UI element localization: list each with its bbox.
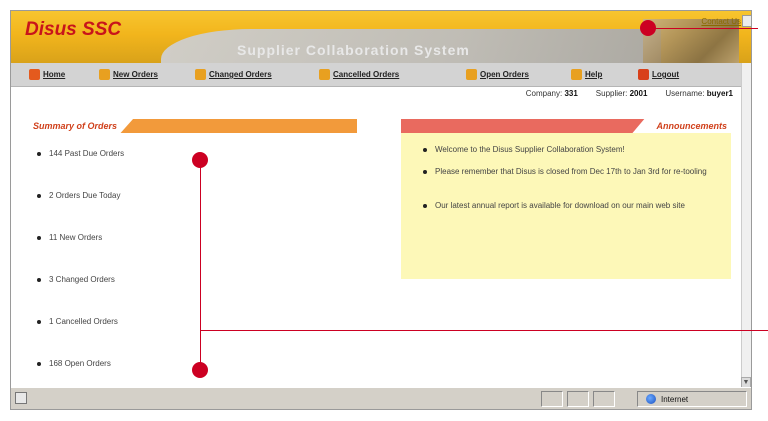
list-item[interactable]: 3 Changed Orders xyxy=(37,275,115,284)
nav-cancelled-orders[interactable]: Cancelled Orders xyxy=(319,69,399,80)
vertical-scrollbar[interactable]: ▼ xyxy=(741,63,751,389)
nav-logout-label: Logout xyxy=(652,70,680,79)
list-item[interactable]: 2 Orders Due Today xyxy=(37,191,120,200)
header-banner: Disus SSC Supplier Collaboration System … xyxy=(11,11,751,69)
summary-header: Summary of Orders xyxy=(29,119,357,133)
announcement-item: Our latest annual report is available fo… xyxy=(423,201,723,211)
supplier-info: Supplier: 2001 xyxy=(595,89,648,98)
bullet-icon xyxy=(37,319,41,324)
browser-window: Disus SSC Supplier Collaboration System … xyxy=(10,10,752,410)
status-cell xyxy=(593,391,615,407)
status-cell xyxy=(567,391,589,407)
logout-icon xyxy=(638,69,649,80)
nav-new-orders-label: New Orders xyxy=(113,70,158,79)
list-item[interactable]: 1 Cancelled Orders xyxy=(37,317,118,326)
order-summary-label: 1 Cancelled Orders xyxy=(49,317,118,326)
cancelled-orders-icon xyxy=(319,69,330,80)
bullet-icon xyxy=(423,170,427,174)
callout-line xyxy=(648,28,758,29)
open-orders-icon xyxy=(466,69,477,80)
bullet-icon xyxy=(37,361,41,366)
list-item[interactable]: 11 New Orders xyxy=(37,233,102,242)
zone-label: Internet xyxy=(661,394,689,404)
announcement-item: Welcome to the Disus Supplier Collaborat… xyxy=(423,145,723,155)
bullet-icon xyxy=(37,193,41,198)
page-status-icon xyxy=(15,392,27,404)
callout-marker xyxy=(192,362,208,378)
nav-home[interactable]: Home xyxy=(29,69,65,80)
username-info: Username: buyer1 xyxy=(665,89,733,98)
contact-us-link[interactable]: Contact Us xyxy=(701,17,741,26)
bullet-icon xyxy=(37,151,41,156)
nav-home-label: Home xyxy=(43,70,66,79)
bullet-icon xyxy=(423,204,427,208)
nav-open-orders-label: Open Orders xyxy=(480,70,529,79)
order-summary-label: 11 New Orders xyxy=(49,233,103,242)
order-summary-label: 144 Past Due Orders xyxy=(49,149,125,158)
security-zone: Internet xyxy=(637,391,747,407)
contact-icon[interactable] xyxy=(742,15,751,27)
list-item[interactable]: 168 Open Orders xyxy=(37,359,111,368)
announcements-title: Announcements xyxy=(656,121,727,131)
nav-new-orders[interactable]: New Orders xyxy=(99,69,158,80)
nav-logout[interactable]: Logout xyxy=(638,69,679,80)
globe-icon xyxy=(646,394,656,404)
list-item[interactable]: 144 Past Due Orders xyxy=(37,149,124,158)
nav-open-orders[interactable]: Open Orders xyxy=(466,69,529,80)
bullet-icon xyxy=(423,148,427,152)
callout-marker xyxy=(192,152,208,168)
announcement-text: Please remember that Disus is closed fro… xyxy=(435,167,707,176)
nav-cancelled-orders-label: Cancelled Orders xyxy=(333,70,400,79)
bullet-icon xyxy=(37,277,41,282)
help-icon xyxy=(571,69,582,80)
announcement-text: Our latest annual report is available fo… xyxy=(435,201,685,210)
announcement-item: Please remember that Disus is closed fro… xyxy=(423,167,723,177)
callout-marker xyxy=(640,20,656,36)
announcements-header: Announcements xyxy=(401,119,731,133)
changed-orders-icon xyxy=(195,69,206,80)
announcements-panel: Welcome to the Disus Supplier Collaborat… xyxy=(401,133,731,279)
order-summary-label: 168 Open Orders xyxy=(49,359,111,368)
system-title: Supplier Collaboration System xyxy=(237,42,470,58)
announcement-text: Welcome to the Disus Supplier Collaborat… xyxy=(435,145,625,154)
bullet-icon xyxy=(37,235,41,240)
nav-help-label: Help xyxy=(585,70,603,79)
main-nav: Home New Orders Changed Orders Cancelled… xyxy=(11,63,751,87)
callout-line xyxy=(200,160,201,370)
home-icon xyxy=(29,69,40,80)
company-info: Company: 331 xyxy=(525,89,578,98)
callout-line xyxy=(200,330,768,331)
order-summary-label: 3 Changed Orders xyxy=(49,275,115,284)
order-summary-label: 2 Orders Due Today xyxy=(49,191,121,200)
status-cell xyxy=(541,391,563,407)
nav-changed-orders-label: Changed Orders xyxy=(209,70,272,79)
brand-logo[interactable]: Disus SSC xyxy=(25,19,121,41)
summary-title: Summary of Orders xyxy=(33,121,118,131)
status-bar: Internet xyxy=(11,387,751,409)
new-orders-icon xyxy=(99,69,110,80)
user-info-row: Company: 331 Supplier: 2001 Username: bu… xyxy=(526,89,733,98)
nav-help[interactable]: Help xyxy=(571,69,602,80)
nav-changed-orders[interactable]: Changed Orders xyxy=(195,69,272,80)
